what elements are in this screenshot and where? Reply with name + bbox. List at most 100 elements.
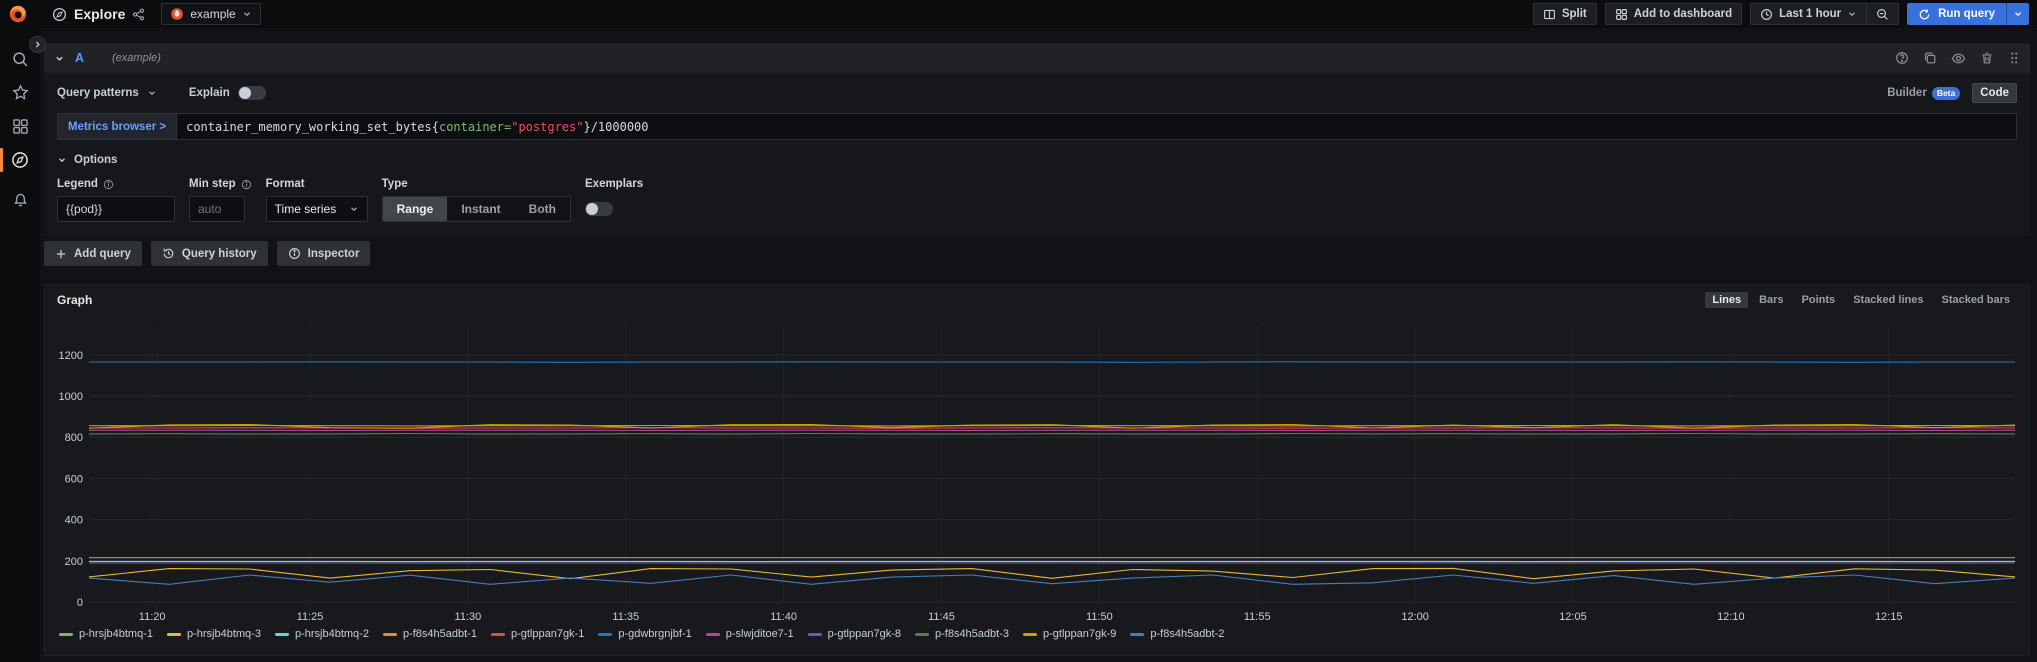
- chart-svg: 11:20 11:25 11:30 11:35 11:40 11:45 11:50 11:55…: [59, 326, 2016, 623]
- legend-item[interactable]: p-hrsjb4btmq-1: [59, 628, 153, 640]
- add-query-button[interactable]: Add query: [44, 241, 142, 266]
- code-mode-button[interactable]: Code: [1972, 83, 2017, 103]
- sidebar-item-starred[interactable]: [0, 77, 40, 107]
- svg-text:400: 400: [65, 515, 83, 527]
- chevron-down-icon: [57, 155, 67, 165]
- code-label: Code: [1980, 87, 2009, 99]
- query-history-button[interactable]: Query history: [150, 241, 268, 266]
- format-field-label: Format: [266, 178, 368, 190]
- legend-item[interactable]: p-hrsjb4btmq-2: [274, 628, 369, 640]
- type-option-range[interactable]: Range: [382, 197, 448, 221]
- legend-series-name: p-gdwbrgnjbf-1: [618, 628, 692, 640]
- query-type-radio-group: Range Instant Both: [381, 196, 571, 222]
- add-query-label: Add query: [74, 247, 131, 260]
- query-patterns-button[interactable]: Query patterns: [57, 87, 157, 99]
- inspector-button[interactable]: Inspector: [276, 241, 371, 266]
- query-token-plain: container_memory_working_set_bytes{: [186, 119, 439, 134]
- copy-query-icon[interactable]: [1923, 51, 1937, 65]
- mode-points[interactable]: Points: [1795, 292, 1843, 308]
- legend-series-name: p-hrsjb4btmq-3: [186, 628, 261, 640]
- legend-field-label: Legend: [57, 178, 175, 190]
- legend-field: Legend: [57, 178, 175, 222]
- clock-icon: [1760, 8, 1773, 21]
- sync-icon: [1918, 8, 1931, 21]
- svg-text:12:10: 12:10: [1717, 611, 1745, 623]
- datasource-picker[interactable]: example: [161, 3, 261, 25]
- mode-stacked-bars[interactable]: Stacked bars: [1935, 292, 2017, 308]
- format-select[interactable]: Time series: [265, 196, 368, 222]
- format-selected-value: Time series: [274, 202, 337, 216]
- datasource-name: example: [190, 7, 236, 21]
- svg-text:11:35: 11:35: [612, 611, 639, 623]
- dashboard-grid-icon: [1615, 8, 1628, 21]
- bell-icon: [12, 191, 29, 208]
- exemplars-toggle[interactable]: [585, 202, 613, 216]
- type-option-instant[interactable]: Instant: [447, 197, 514, 221]
- legend-item[interactable]: p-gtlppan7gk-8: [807, 628, 901, 640]
- query-history-label: Query history: [181, 247, 257, 260]
- legend-item[interactable]: p-f8s4h5adbt-3: [914, 628, 1009, 640]
- min-step-input[interactable]: [189, 196, 245, 222]
- legend-swatch: [914, 632, 929, 636]
- expand-sidebar-button[interactable]: [29, 36, 46, 53]
- time-range-button[interactable]: Last 1 hour: [1751, 4, 1866, 24]
- legend-input[interactable]: [57, 196, 175, 222]
- top-bar: Explore example Split Add to dashboard L…: [0, 0, 2037, 28]
- sidebar-item-dashboards[interactable]: [0, 111, 40, 141]
- zoom-out-icon: [1876, 8, 1889, 21]
- datasource-icon: [170, 7, 184, 21]
- remove-query-trash-icon[interactable]: [1980, 51, 1994, 65]
- builder-mode-button[interactable]: Builder Beta: [1879, 83, 1968, 103]
- builder-label: Builder: [1887, 87, 1927, 99]
- topbar-left: Explore example: [8, 3, 261, 25]
- compass-icon: [11, 151, 29, 169]
- legend-item[interactable]: p-f8s4h5adbt-2: [1130, 628, 1224, 640]
- svg-text:11:50: 11:50: [1086, 611, 1113, 623]
- mode-lines[interactable]: Lines: [1705, 292, 1749, 308]
- collapse-chevron-icon[interactable]: [54, 53, 65, 64]
- help-circle-icon[interactable]: [1895, 51, 1909, 65]
- legend-item[interactable]: p-f8s4h5adbt-1: [382, 628, 477, 640]
- legend-swatch: [166, 632, 181, 636]
- promql-query-input[interactable]: container_memory_working_set_bytes{conta…: [176, 113, 2017, 140]
- zoom-out-time-button[interactable]: [1866, 4, 1898, 24]
- explain-control: Explain: [189, 86, 266, 100]
- disable-query-eye-icon[interactable]: [1951, 51, 1966, 66]
- legend-item[interactable]: p-gtlppan7gk-9: [1022, 628, 1116, 640]
- mode-stacked-lines[interactable]: Stacked lines: [1846, 292, 1930, 308]
- type-option-both[interactable]: Both: [515, 197, 570, 221]
- legend-swatch: [1022, 632, 1037, 636]
- split-button[interactable]: Split: [1532, 3, 1597, 25]
- sidebar-item-alerting[interactable]: [0, 184, 40, 214]
- legend-item[interactable]: p-hrsjb4btmq-3: [166, 628, 261, 640]
- legend-item[interactable]: p-gtlppan7gk-1: [490, 628, 584, 640]
- options-section-toggle[interactable]: Options: [57, 154, 2017, 166]
- chevron-down-icon: [1847, 9, 1857, 19]
- metrics-browser-button[interactable]: Metrics browser >: [57, 113, 177, 140]
- legend-item[interactable]: p-slwjditoe7-1: [705, 628, 794, 640]
- legend-item[interactable]: p-gdwbrgnjbf-1: [598, 628, 692, 640]
- query-row-actions: [1895, 51, 2020, 66]
- split-label: Split: [1561, 8, 1587, 20]
- run-query-dropdown-button[interactable]: [2006, 3, 2029, 25]
- run-query-button[interactable]: Run query: [1907, 3, 2006, 25]
- sidebar-item-explore[interactable]: [0, 145, 40, 175]
- query-editor-section: A (example) Query patterns Explain Build…: [44, 43, 2030, 236]
- add-to-dashboard-button[interactable]: Add to dashboard: [1604, 3, 1743, 25]
- share-icon[interactable]: [132, 8, 145, 21]
- graph-mode-switcher: Lines Bars Points Stacked lines Stacked bars: [1705, 292, 2017, 308]
- series-line-p-hrsjb4btmq-3: [88, 567, 2016, 580]
- legend-series-name: p-f8s4h5adbt-1: [402, 628, 477, 640]
- mode-bars[interactable]: Bars: [1752, 292, 1790, 308]
- legend-series-name: p-hrsjb4btmq-1: [79, 628, 153, 640]
- graph-panel-header: Graph Lines Bars Points Stacked lines Stacke…: [45, 285, 2029, 310]
- add-to-dashboard-label: Add to dashboard: [1633, 8, 1733, 20]
- graph-panel: Graph Lines Bars Points Stacked lines Stacke…: [44, 284, 2030, 656]
- drag-handle-icon[interactable]: [2008, 51, 2020, 65]
- grafana-logo-icon: [8, 4, 28, 24]
- svg-text:11:55: 11:55: [1244, 611, 1271, 623]
- explain-toggle[interactable]: [237, 86, 266, 100]
- time-picker-group: Last 1 hour: [1750, 3, 1900, 25]
- time-series-chart[interactable]: 11:20 11:25 11:30 11:35 11:40 11:45 11:50 11:55…: [51, 312, 2023, 628]
- query-row-header[interactable]: A (example): [44, 43, 2030, 73]
